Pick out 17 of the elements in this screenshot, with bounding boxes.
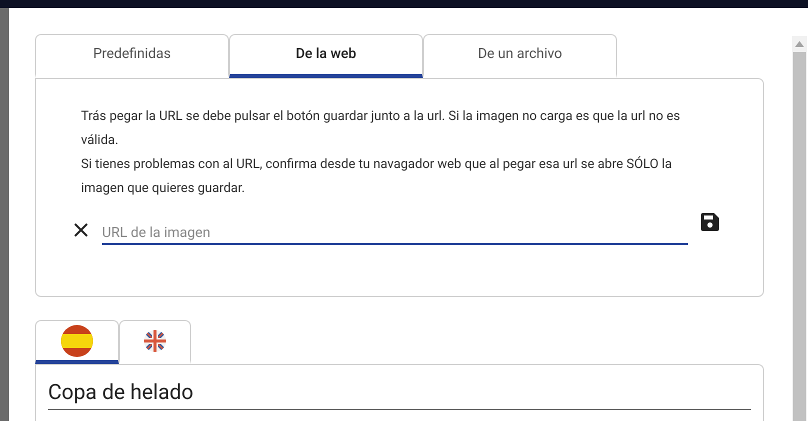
url-field[interactable]: URL de la imagen bbox=[102, 215, 688, 245]
save-icon bbox=[701, 213, 719, 231]
name-field[interactable]: Copa de helado bbox=[48, 379, 751, 410]
tab[interactable]: De un archivo bbox=[423, 34, 617, 78]
spain-flag-icon bbox=[61, 324, 93, 356]
instruction-text: Si tienes problemas con al URL, confirma desde tu navagador web que al pegar esa url se abre SÓLO la imagen que quieres guardar. bbox=[81, 155, 674, 198]
instruction-text: Trás pegar la URL se debe pulsar el botón guardar junto a la url. Si la imagen no carga es que la url no es válida. bbox=[81, 108, 682, 150]
uk-flag-icon bbox=[144, 330, 166, 352]
tab[interactable]: Predefinidas bbox=[35, 34, 229, 78]
language-tab[interactable] bbox=[119, 320, 191, 364]
scroll-up-icon bbox=[795, 41, 804, 47]
scrollbar[interactable] bbox=[792, 36, 807, 421]
close-button[interactable] bbox=[72, 221, 90, 239]
close-icon bbox=[74, 223, 88, 237]
language-tab[interactable] bbox=[35, 320, 119, 364]
tab[interactable]: De la web bbox=[229, 34, 423, 78]
save-button[interactable] bbox=[700, 212, 720, 232]
